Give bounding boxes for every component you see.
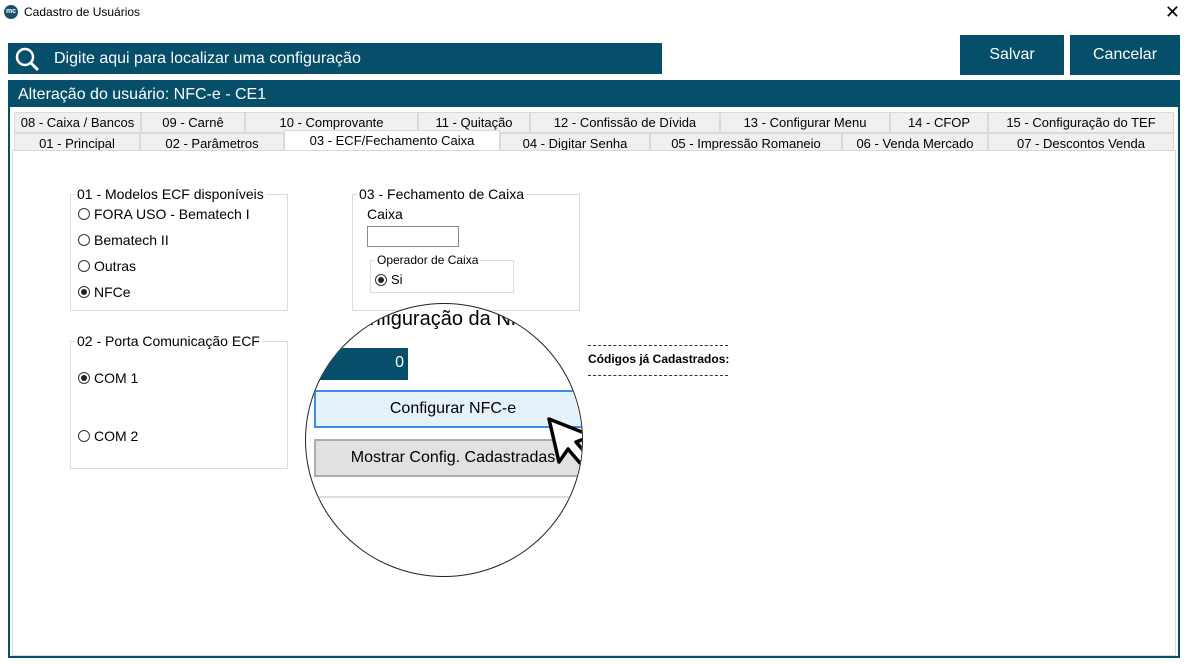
radio-option[interactable]: NFCe (78, 284, 131, 300)
counter-field[interactable]: 0 (306, 348, 408, 380)
radio-label: COM 2 (94, 428, 139, 444)
group-legend: 01 - Modelos ECF disponíveis (77, 186, 264, 202)
tab-row1[interactable]: 08 - Caixa / Bancos (14, 112, 141, 133)
show-config-button[interactable]: Mostrar Config. Cadastradas (314, 439, 582, 477)
user-panel: Alteração do usuário: NFC-e - CE1 08 - C… (8, 80, 1180, 658)
radio-icon (78, 372, 90, 384)
radio-icon (78, 260, 90, 272)
tab-row1[interactable]: 13 - Configurar Menu (720, 112, 890, 133)
radio-icon (78, 430, 90, 442)
title-bar: mc Cadastro de Usuários ✕ (0, 0, 1188, 26)
tab-row1[interactable]: 09 - Carnê (141, 112, 245, 133)
radio-label: COM 1 (94, 370, 139, 386)
radio-option[interactable]: Bematech II (78, 232, 169, 248)
radio-label: Outras (94, 258, 137, 274)
group-legend: 02 - Porta Comunicação ECF (77, 333, 260, 349)
radio-icon (78, 234, 90, 246)
save-button[interactable]: Salvar (960, 35, 1064, 75)
tab-row1[interactable]: 12 - Confissão de Dívida (530, 112, 720, 133)
window-title: Cadastro de Usuários (24, 5, 141, 19)
panel-title: Alteração do usuário: NFC-e - CE1 (10, 82, 1178, 107)
radio-icon (78, 286, 90, 298)
caixa-input[interactable] (367, 226, 459, 247)
divider (588, 345, 728, 346)
tab-content: 01 - Modelos ECF disponíveis FORA USO - … (12, 150, 1176, 656)
group-legend: Operador de Caixa (377, 253, 479, 267)
codes-label: Códigos já Cadastrados: (588, 352, 730, 366)
nfce-title: Configuração da NFC-e (344, 308, 556, 330)
configure-nfce-button[interactable]: Configurar NFC-e (314, 390, 582, 428)
cursor-icon (547, 417, 582, 465)
radio-label: FORA USO - Bematech I (94, 206, 250, 222)
cancel-button[interactable]: Cancelar (1070, 35, 1180, 75)
divider (306, 496, 582, 498)
caixa-label: Caixa (367, 206, 403, 222)
radio-icon (78, 208, 90, 220)
radio-option[interactable]: COM 1 (78, 370, 138, 386)
search-icon (15, 47, 40, 72)
radio-label: Bematech II (94, 232, 169, 248)
radio-option[interactable]: FORA USO - Bematech I (78, 206, 250, 222)
port-group: 02 - Porta Comunicação ECF (70, 333, 288, 469)
tab-row1[interactable]: 15 - Configuração do TEF (988, 112, 1174, 133)
operator-radio[interactable]: Si (375, 272, 403, 287)
magnifier-overlay: Configuração da NFC-e 0 Configurar NFC-e… (305, 303, 583, 577)
radio-label: Si (391, 272, 403, 287)
close-icon[interactable]: ✕ (1165, 2, 1180, 23)
radio-option[interactable]: Outras (78, 258, 136, 274)
search-placeholder: Digite aqui para localizar uma configura… (54, 50, 361, 67)
search-input[interactable]: Digite aqui para localizar uma configura… (8, 43, 662, 74)
app-logo: mc (4, 5, 18, 19)
radio-label: NFCe (94, 284, 131, 300)
radio-icon (375, 273, 387, 286)
tab-row1[interactable]: 14 - CFOP (890, 112, 988, 133)
divider (588, 375, 728, 376)
radio-option[interactable]: COM 2 (78, 428, 138, 444)
group-legend: 03 - Fechamento de Caixa (359, 186, 524, 202)
